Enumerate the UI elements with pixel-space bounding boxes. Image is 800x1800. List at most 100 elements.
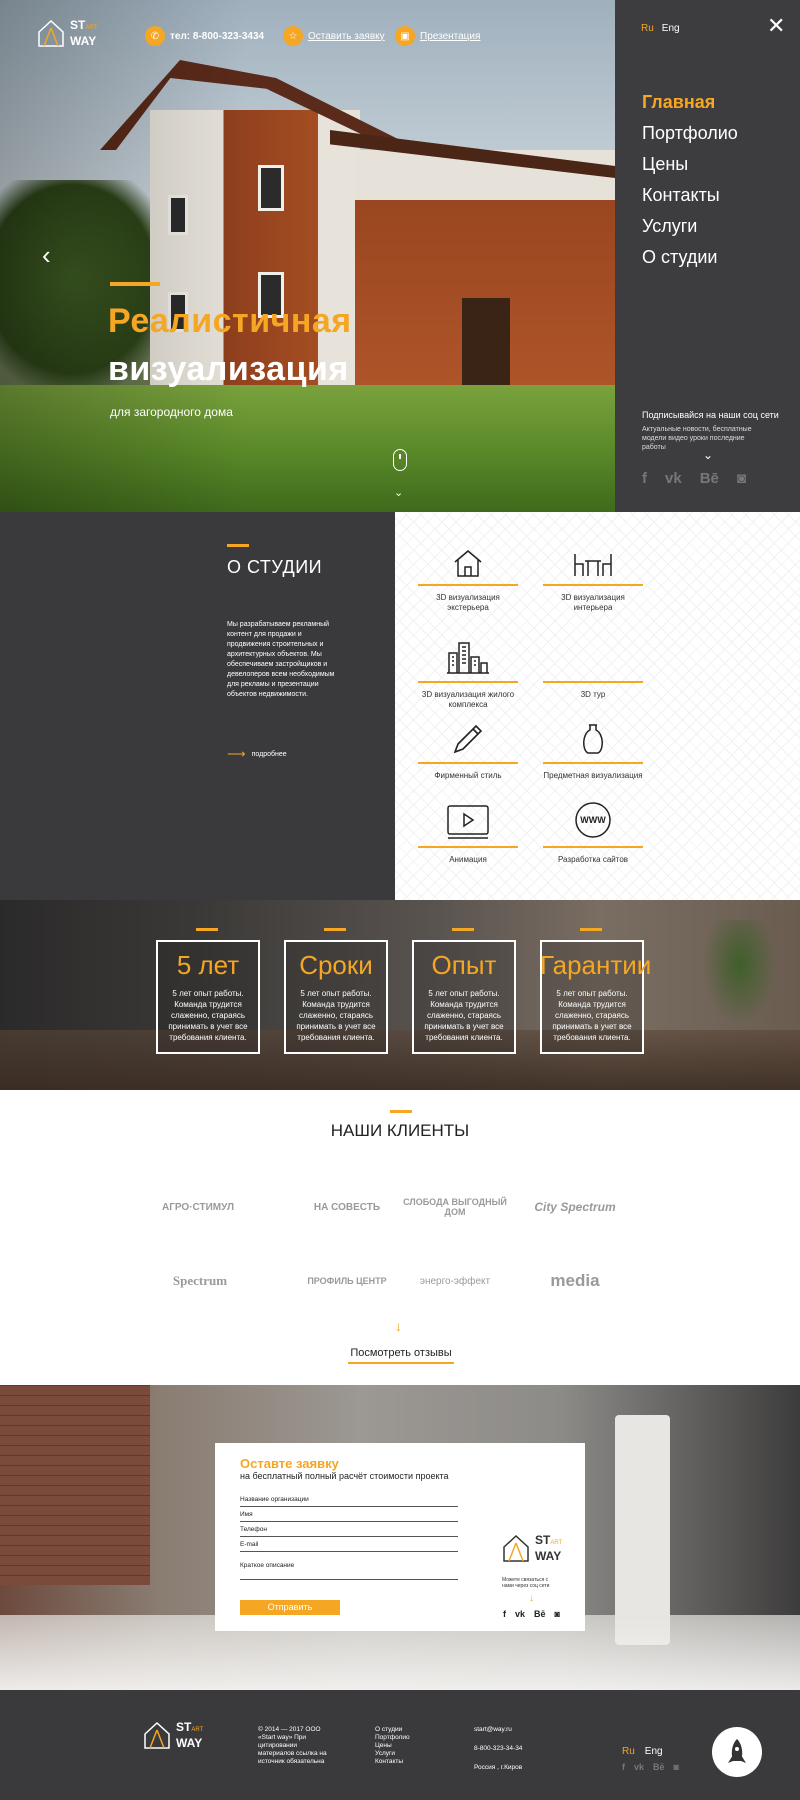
stat-card: Гарантии 5 лет опыт работы. Команда труд… bbox=[540, 928, 651, 1054]
hero-shade bbox=[0, 0, 615, 512]
slider-prev-icon[interactable]: ‹ bbox=[42, 240, 51, 271]
nav-item-portfolio[interactable]: Портфолио bbox=[642, 123, 738, 144]
service-label: 3D визуализация жилого комплекса bbox=[421, 690, 515, 709]
phone-field[interactable]: Телефон bbox=[240, 1524, 458, 1537]
client-logo[interactable]: АГРО·СТИМУЛ bbox=[143, 1184, 253, 1230]
request-link[interactable]: ☆ Оставить заявку bbox=[283, 26, 385, 46]
stats-section: 5 лет 5 лет опыт работы. Команда трудитс… bbox=[0, 900, 800, 1090]
main-nav: Главная Портфолио Цены Контакты Услуги О… bbox=[642, 92, 738, 278]
behance-icon[interactable]: Bē bbox=[534, 1609, 546, 1619]
service-web[interactable]: WWW Разработка сайтов bbox=[543, 794, 643, 878]
client-logo[interactable]: media bbox=[520, 1258, 630, 1304]
phone-text: тел: 8-800-323-3434 bbox=[170, 30, 265, 42]
close-icon[interactable]: ✕ bbox=[767, 15, 785, 37]
lang-ru[interactable]: Ru bbox=[641, 23, 654, 34]
about-more-link[interactable]: ⟶ подробнее bbox=[227, 746, 287, 762]
nav-item-home[interactable]: Главная bbox=[642, 92, 738, 113]
email-field[interactable]: E-mail bbox=[240, 1539, 458, 1552]
scroll-top-button[interactable] bbox=[712, 1727, 762, 1777]
stat-title: Опыт bbox=[431, 950, 497, 980]
nav-item-contacts[interactable]: Контакты bbox=[642, 185, 738, 206]
header-phone[interactable]: ✆ тел: 8-800-323-3434 bbox=[145, 26, 264, 46]
logo-house-icon bbox=[144, 1721, 170, 1749]
footer-link[interactable]: Услуги bbox=[375, 1750, 410, 1758]
client-logo[interactable]: City Spectrum bbox=[520, 1184, 630, 1230]
lang-en[interactable]: Eng bbox=[645, 1746, 663, 1757]
service-3d-tour[interactable]: 3D тур bbox=[543, 629, 643, 713]
presentation-icon: ▣ bbox=[395, 26, 415, 46]
fridge bbox=[615, 1415, 670, 1645]
footer-contacts: start@way.ru 8-800-323-34-34 Россия , г.… bbox=[474, 1726, 522, 1772]
stat-card: 5 лет 5 лет опыт работы. Команда трудитс… bbox=[156, 928, 260, 1054]
stat-title: Сроки bbox=[299, 950, 373, 980]
scroll-down-icon[interactable]: ⌄ bbox=[394, 486, 403, 499]
lang-ru[interactable]: Ru bbox=[622, 1746, 635, 1757]
hero-title-line1: Реалистичная bbox=[108, 302, 352, 340]
stat-text: 5 лет опыт работы. Команда трудится слаж… bbox=[296, 989, 376, 1042]
service-label: Анимация bbox=[449, 855, 487, 864]
service-label: 3D визуализация экстерьера bbox=[436, 593, 500, 612]
service-label: Предметная визуализация bbox=[543, 771, 643, 780]
client-logo[interactable]: Spectrum bbox=[145, 1258, 255, 1304]
service-interior[interactable]: 3D визуализация интерьера bbox=[543, 532, 643, 616]
social-note: Можете связаться с нами через соц сети bbox=[502, 1577, 550, 1589]
lang-en[interactable]: Eng bbox=[662, 23, 680, 34]
facebook-icon[interactable]: f bbox=[622, 1762, 625, 1772]
footer-phone[interactable]: 8-800-323-34-34 bbox=[474, 1745, 522, 1753]
description-field[interactable]: Краткое описание bbox=[240, 1560, 458, 1580]
brick-wall bbox=[0, 1385, 150, 1585]
service-exterior[interactable]: 3D визуализация экстерьера bbox=[418, 532, 518, 616]
stats-floor bbox=[0, 1030, 800, 1090]
nav-item-services[interactable]: Услуги bbox=[642, 216, 738, 237]
footer-link[interactable]: Цены bbox=[375, 1742, 410, 1750]
logo-house-icon bbox=[503, 1534, 529, 1562]
client-logo[interactable]: СЛОБОДА ВЫГОДНЫЙ ДОМ bbox=[400, 1184, 510, 1230]
request-text: Оставить заявку bbox=[308, 30, 385, 42]
service-complex[interactable]: 3D визуализация жилого комплекса bbox=[418, 629, 518, 713]
vk-icon[interactable]: vk bbox=[665, 470, 682, 487]
client-logo[interactable]: энерго-эффект bbox=[400, 1258, 510, 1304]
svg-text:WWW: WWW bbox=[580, 815, 606, 825]
client-logo[interactable]: НА СОВЕСТЬ bbox=[292, 1184, 402, 1230]
nav-item-prices[interactable]: Цены bbox=[642, 154, 738, 175]
company-field[interactable]: Название организации bbox=[240, 1494, 458, 1507]
stats-plant bbox=[700, 920, 780, 1030]
client-logo[interactable]: ПРОФИЛЬ ЦЕНТР bbox=[292, 1258, 402, 1304]
facebook-icon[interactable]: f bbox=[503, 1609, 506, 1619]
arrow-right-icon: ⟶ bbox=[227, 746, 246, 761]
service-product[interactable]: Предметная визуализация bbox=[543, 710, 643, 794]
stat-card: Сроки 5 лет опыт работы. Команда трудитс… bbox=[284, 928, 388, 1054]
hero-subtitle: для загородного дома bbox=[110, 405, 233, 419]
footer-link[interactable]: Портфолио bbox=[375, 1734, 410, 1742]
footer-email[interactable]: start@way.ru bbox=[474, 1726, 522, 1734]
service-animation[interactable]: Анимация bbox=[418, 794, 518, 878]
service-label: 3D визуализация интерьера bbox=[561, 593, 625, 612]
service-label: Фирменный стиль bbox=[434, 771, 502, 780]
order-form: Оставте заявку на бесплатный полный расч… bbox=[215, 1443, 585, 1631]
footer-link[interactable]: Контакты bbox=[375, 1758, 410, 1766]
submit-button[interactable]: Отправить bbox=[240, 1600, 340, 1615]
reviews-link[interactable]: Посмотреть отзывы bbox=[348, 1347, 454, 1364]
form-socials: f vk Bē ◙ bbox=[503, 1609, 560, 1619]
services-grid: 3D визуализация экстерьера 3D визуализац… bbox=[395, 512, 800, 900]
nav-item-about[interactable]: О студии bbox=[642, 247, 738, 268]
vk-icon[interactable]: vk bbox=[634, 1762, 644, 1772]
instagram-icon[interactable]: ◙ bbox=[737, 470, 746, 487]
vk-icon[interactable]: vk bbox=[515, 1609, 525, 1619]
chevron-down-icon[interactable]: ⌄ bbox=[703, 448, 713, 462]
presentation-text: Презентация bbox=[420, 30, 481, 42]
mouse-scroll-icon[interactable] bbox=[393, 449, 407, 471]
instagram-icon[interactable]: ◙ bbox=[674, 1762, 679, 1772]
behance-icon[interactable]: Bē bbox=[653, 1762, 665, 1772]
clients-title: НАШИ КЛИЕНТЫ bbox=[330, 1121, 470, 1140]
name-field[interactable]: Имя bbox=[240, 1509, 458, 1522]
service-brand-style[interactable]: Фирменный стиль bbox=[418, 710, 518, 794]
facebook-icon[interactable]: f bbox=[642, 470, 647, 487]
presentation-link[interactable]: ▣ Презентация bbox=[395, 26, 480, 46]
header-logo[interactable]: START WAY bbox=[36, 18, 97, 48]
footer-logo[interactable]: START WAY bbox=[142, 1720, 203, 1750]
footer-link[interactable]: О студии bbox=[375, 1726, 410, 1734]
behance-icon[interactable]: Bē bbox=[700, 470, 719, 487]
instagram-icon[interactable]: ◙ bbox=[555, 1609, 560, 1619]
about-text: Мы разрабатываем рекламный контент для п… bbox=[227, 621, 335, 698]
